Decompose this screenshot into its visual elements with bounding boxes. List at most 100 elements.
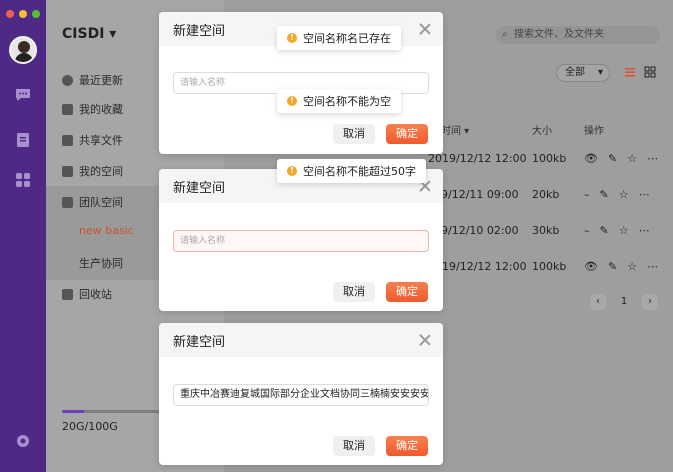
edit-icon[interactable]: ✎ <box>608 260 617 273</box>
apps-icon[interactable] <box>14 171 32 189</box>
dialog-title: 新建空间 <box>173 180 226 196</box>
sidebar-item-label: 我的收藏 <box>79 103 123 116</box>
eye-icon[interactable]: 👁 <box>584 260 598 273</box>
edit-icon[interactable]: ✎ <box>600 224 609 237</box>
toast-message: 空间名称名已存在 <box>303 32 391 45</box>
dialog-title: 新建空间 <box>173 23 226 39</box>
toast-message: 空间名称不能为空 <box>303 95 391 108</box>
sidebar-item-shared[interactable]: 共享文件 <box>62 132 123 148</box>
search-icon: ⌕ <box>502 29 508 40</box>
sidebar-item-recent[interactable]: 最近更新 <box>62 72 123 88</box>
avatar[interactable] <box>9 36 37 64</box>
close-icon[interactable] <box>419 23 431 35</box>
storage-progress-fill <box>62 410 85 413</box>
row-size: 100kb <box>532 260 567 273</box>
dialog-title: 新建空间 <box>173 334 226 350</box>
sidebar-item-my-space[interactable]: 我的空间 <box>62 163 123 179</box>
dialog-header: 新建空间 <box>159 323 443 357</box>
storage-text: 20G/100G <box>62 420 118 433</box>
new-space-dialog: 新建空间 请输入名称 取消 确定 <box>159 169 443 311</box>
home-icon <box>62 165 73 177</box>
column-label: 时间 <box>441 126 461 137</box>
document-icon[interactable] <box>14 131 32 149</box>
minimize-window-button[interactable] <box>19 10 27 18</box>
cube-icon <box>62 196 73 208</box>
edit-icon[interactable]: ✎ <box>600 188 609 201</box>
toast-message: 空间名称不能超过50字 <box>303 165 416 178</box>
row-actions: 👁 ✎ ☆ ⋯ <box>584 152 658 165</box>
sidebar-item-label: 生产协同 <box>79 257 123 270</box>
sidebar-item-label: new basic <box>79 224 134 237</box>
folder-icon <box>62 134 73 146</box>
row-size: 20kb <box>532 188 560 201</box>
prev-page-button[interactable]: ‹ <box>590 294 606 310</box>
close-icon[interactable] <box>419 334 431 346</box>
search-placeholder: 搜索文件、及文件夹 <box>514 29 604 40</box>
confirm-button[interactable]: 确定 <box>386 124 428 144</box>
sidebar-item-label: 共享文件 <box>79 134 123 147</box>
dash-icon: – <box>584 188 590 201</box>
sidebar-item-trash[interactable]: 回收站 <box>62 286 112 302</box>
confirm-button[interactable]: 确定 <box>386 282 428 302</box>
sidebar-item-team-space[interactable]: 团队空间 <box>62 194 123 210</box>
cancel-button[interactable]: 取消 <box>333 124 375 144</box>
dash-icon: – <box>584 224 590 237</box>
filter-select[interactable]: 全部 ▾ <box>556 64 610 82</box>
row-time: 9/12/10 02:00 <box>441 224 519 237</box>
storage-progress <box>62 410 174 413</box>
row-size: 100kb <box>532 152 567 165</box>
pagination: ‹ 1 › <box>590 294 658 310</box>
warning-icon: ! <box>287 166 297 176</box>
error-toast: ! 空间名称不能为空 <box>277 89 401 113</box>
more-icon[interactable]: ⋯ <box>647 152 658 165</box>
close-window-button[interactable] <box>6 10 14 18</box>
row-actions: 👁 ✎ ☆ ⋯ <box>584 260 658 273</box>
more-icon[interactable]: ⋯ <box>639 224 650 237</box>
star-icon <box>62 103 73 115</box>
sidebar-item-new-basic[interactable]: new basic <box>79 224 134 237</box>
star-icon[interactable]: ☆ <box>627 152 637 165</box>
chat-icon[interactable] <box>14 86 32 104</box>
maximize-window-button[interactable] <box>32 10 40 18</box>
row-actions: – ✎ ☆ ⋯ <box>584 224 650 237</box>
sidebar-item-favorites[interactable]: 我的收藏 <box>62 101 123 117</box>
workspace-switcher[interactable]: CISDI ▾ <box>62 26 116 42</box>
star-icon[interactable]: ☆ <box>627 260 637 273</box>
settings-icon[interactable] <box>14 432 32 450</box>
edit-icon[interactable]: ✎ <box>608 152 617 165</box>
row-actions: – ✎ ☆ ⋯ <box>584 188 650 201</box>
error-toast: ! 空间名称不能超过50字 <box>277 159 426 183</box>
brand-label: CISDI <box>62 26 105 42</box>
star-icon[interactable]: ☆ <box>619 224 629 237</box>
cancel-button[interactable]: 取消 <box>333 282 375 302</box>
warning-icon: ! <box>287 96 297 106</box>
new-space-dialog: 新建空间 重庆中冶赛迪复城国际部分企业文档协同三楠楠安安安安娜啊 取消 确定 <box>159 323 443 465</box>
row-time: 9/12/11 09:00 <box>441 188 519 201</box>
clock-icon <box>62 74 73 86</box>
sidebar-item-production[interactable]: 生产协同 <box>79 255 123 271</box>
window-controls <box>6 10 40 18</box>
sidebar-item-label: 最近更新 <box>79 74 123 87</box>
more-icon[interactable]: ⋯ <box>639 188 650 201</box>
search-input[interactable]: ⌕ 搜索文件、及文件夹 <box>496 26 660 44</box>
page-number[interactable]: 1 <box>616 294 632 310</box>
grid-view-icon[interactable] <box>644 66 656 78</box>
cancel-button[interactable]: 取消 <box>333 436 375 456</box>
error-toast: ! 空间名称名已存在 <box>277 26 401 50</box>
more-icon[interactable]: ⋯ <box>647 260 658 273</box>
chevron-down-icon: ▾ <box>597 67 603 78</box>
list-view-icon[interactable] <box>624 66 636 78</box>
sidebar-item-label: 我的空间 <box>79 165 123 178</box>
trash-icon <box>62 288 73 300</box>
app-rail <box>0 0 46 472</box>
filter-value: 全部 <box>565 67 585 78</box>
space-name-input[interactable]: 重庆中冶赛迪复城国际部分企业文档协同三楠楠安安安安娜啊 <box>173 384 429 406</box>
space-name-input[interactable]: 请输入名称 <box>173 230 429 252</box>
next-page-button[interactable]: › <box>642 294 658 310</box>
star-icon[interactable]: ☆ <box>619 188 629 201</box>
eye-icon[interactable]: 👁 <box>584 152 598 165</box>
chevron-down-icon: ▾ <box>109 26 117 42</box>
confirm-button[interactable]: 确定 <box>386 436 428 456</box>
column-header-time[interactable]: 时间 ▾ <box>441 122 469 137</box>
column-header-actions: 操作 <box>584 126 604 137</box>
